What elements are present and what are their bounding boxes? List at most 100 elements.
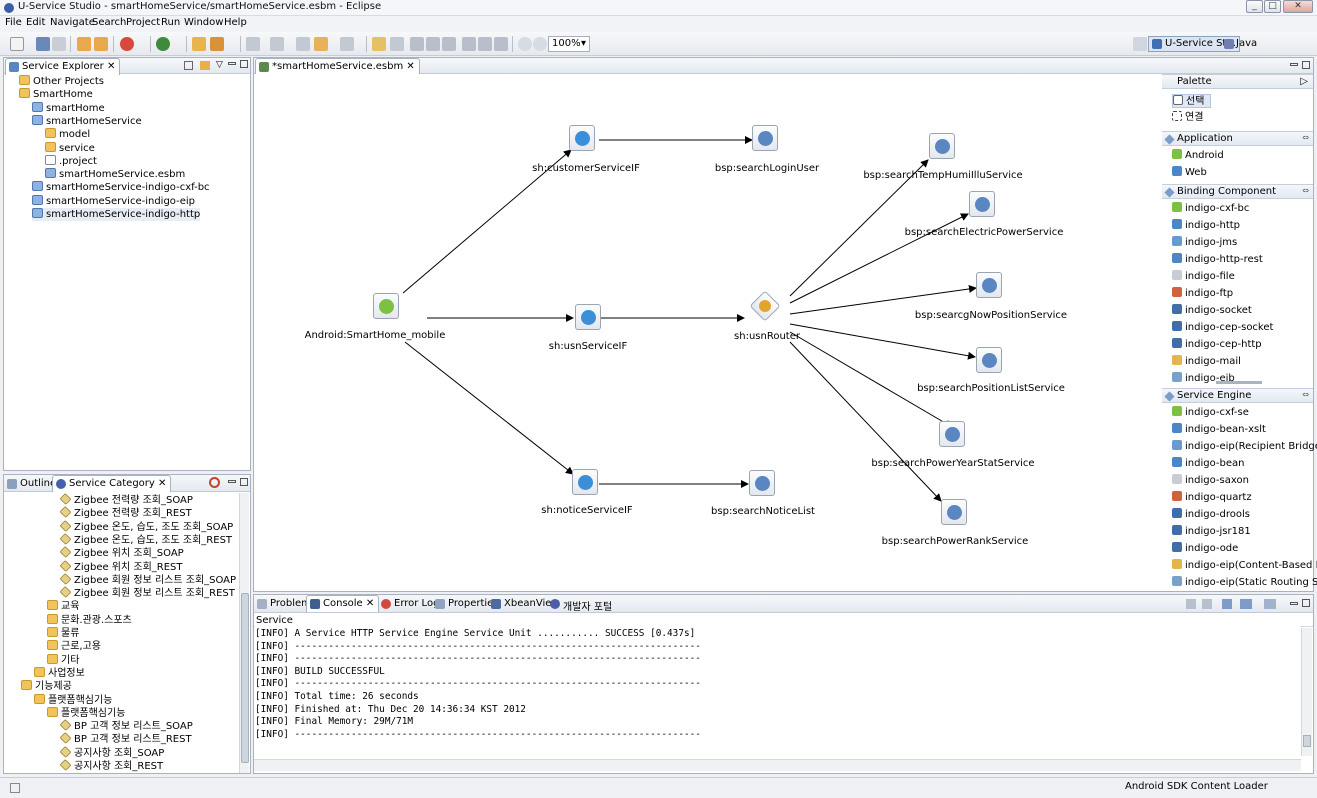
palette-scroll-indicator[interactable] bbox=[1216, 381, 1262, 384]
category-item[interactable]: 플랫폼핵심기능 bbox=[34, 693, 112, 707]
node-notice[interactable] bbox=[572, 469, 598, 495]
palette-item[interactable]: indigo-eip(Static Routing Slip) bbox=[1172, 576, 1317, 590]
close-tab-icon[interactable]: ✕ bbox=[158, 478, 166, 489]
zoom-in-icon[interactable] bbox=[533, 37, 547, 51]
console-vscrollbar[interactable] bbox=[1301, 628, 1312, 756]
refresh-icon[interactable] bbox=[209, 477, 220, 488]
connection-router-yearstat[interactable] bbox=[789, 331, 953, 428]
perspective-java[interactable]: Java bbox=[1224, 38, 1257, 49]
maximize-view-icon[interactable] bbox=[240, 60, 248, 68]
explorer-item[interactable]: smartHomeService bbox=[32, 114, 142, 128]
category-item[interactable]: BP 고객 정보 리스트_REST bbox=[59, 732, 192, 746]
palette-item[interactable]: indigo-saxon bbox=[1172, 474, 1249, 488]
category-item[interactable]: Zigbee 온도, 습도, 조도 조회_SOAP bbox=[59, 519, 233, 534]
close-tab-icon[interactable]: ✕ bbox=[406, 61, 414, 72]
minimize-view-icon[interactable] bbox=[228, 480, 236, 483]
palette-group-header[interactable]: Service Engine ⇔ bbox=[1162, 388, 1313, 403]
collapse-all-icon[interactable] bbox=[184, 61, 193, 70]
palette-group-header[interactable]: Application ⇔ bbox=[1162, 131, 1313, 146]
build-icon[interactable] bbox=[77, 37, 91, 51]
node-poslist[interactable] bbox=[976, 347, 1002, 373]
category-item[interactable]: 근로,고용 bbox=[47, 640, 101, 653]
minimize-view-icon[interactable] bbox=[228, 62, 236, 65]
close-tab-icon[interactable]: ✕ bbox=[366, 598, 374, 609]
explorer-item[interactable]: SmartHome bbox=[19, 88, 93, 101]
category-scrollbar[interactable] bbox=[239, 493, 249, 773]
category-item[interactable]: 기타 bbox=[47, 653, 79, 667]
palette-item[interactable]: Web bbox=[1172, 166, 1207, 180]
menu-navigate[interactable]: Navigate bbox=[50, 17, 95, 28]
node-yearstat[interactable] bbox=[939, 421, 965, 447]
category-item[interactable]: Zigbee 전력량 조회_REST bbox=[59, 506, 192, 520]
connection-android-notice[interactable] bbox=[404, 341, 574, 475]
close-tab-icon[interactable]: ✕ bbox=[107, 61, 115, 72]
explorer-item[interactable]: smartHomeService-indigo-cxf-bc bbox=[32, 181, 210, 194]
node-noticeList[interactable] bbox=[749, 470, 775, 496]
palette-tool-connect[interactable]: 연결 bbox=[1172, 111, 1203, 125]
open-perspective-icon[interactable] bbox=[1133, 37, 1147, 51]
menu-window[interactable]: Window bbox=[184, 17, 223, 28]
explorer-item[interactable]: Other Projects bbox=[19, 75, 104, 88]
maximize-editor-icon[interactable] bbox=[1302, 61, 1310, 69]
minimize-button[interactable]: _ bbox=[1246, 0, 1263, 13]
close-button[interactable]: ✕ bbox=[1283, 0, 1313, 13]
fast-view-icon[interactable] bbox=[10, 783, 20, 793]
align-top-icon[interactable] bbox=[462, 37, 476, 51]
explorer-item[interactable]: smartHomeService.esbm bbox=[45, 168, 185, 181]
palette-item[interactable]: indigo-drools bbox=[1172, 508, 1250, 522]
node-android[interactable] bbox=[373, 293, 399, 319]
zoom-out-icon[interactable] bbox=[518, 37, 532, 51]
palette-item[interactable]: indigo-ftp bbox=[1172, 287, 1233, 301]
category-item[interactable]: 물류 bbox=[47, 627, 79, 640]
align-bottom-icon[interactable] bbox=[494, 37, 508, 51]
connection-router-rank[interactable] bbox=[789, 341, 942, 502]
palette-tool-select[interactable]: 선택 bbox=[1172, 94, 1212, 108]
palette-item[interactable]: indigo-bean bbox=[1172, 457, 1244, 471]
new-icon[interactable] bbox=[10, 37, 24, 51]
group-toggle-icon[interactable]: ⇔ bbox=[1302, 133, 1309, 142]
link-icon[interactable] bbox=[372, 37, 386, 51]
palette-item[interactable]: indigo-cxf-bc bbox=[1172, 202, 1249, 216]
category-item[interactable]: Zigbee 전력량 조회_SOAP bbox=[59, 493, 193, 507]
explorer-item[interactable]: model bbox=[45, 128, 90, 141]
group-toggle-icon[interactable]: ⇔ bbox=[1302, 186, 1309, 195]
node-nowpos[interactable] bbox=[976, 272, 1002, 298]
explorer-item[interactable]: smartHomeService-indigo-eip bbox=[32, 194, 195, 208]
tab-console[interactable]: Console ✕ bbox=[306, 595, 380, 612]
console-hscrollbar[interactable] bbox=[254, 759, 1301, 771]
palette-item[interactable]: indigo-eip(Content-Based Router) bbox=[1172, 559, 1317, 573]
scroll-lock-icon[interactable] bbox=[1202, 599, 1212, 609]
tab-developer-portal[interactable]: 개발자 포털 bbox=[547, 596, 616, 613]
explorer-item[interactable]: smartHomeService-indigo-http bbox=[32, 208, 201, 221]
menu-search[interactable]: Search bbox=[92, 17, 126, 28]
menu-project[interactable]: Project bbox=[126, 17, 160, 28]
print-icon[interactable] bbox=[52, 37, 66, 51]
category-item[interactable]: Zigbee 회원 정보 리스트 조회_SOAP bbox=[59, 572, 236, 587]
node-rank[interactable] bbox=[941, 499, 967, 525]
minimize-editor-icon[interactable] bbox=[1290, 63, 1298, 66]
palette-item[interactable]: indigo-mail bbox=[1172, 355, 1241, 369]
tab-service-explorer[interactable]: Service Explorer ✕ bbox=[5, 58, 121, 75]
category-item[interactable]: Zigbee 위치 조회_SOAP bbox=[59, 546, 184, 560]
explorer-item[interactable]: smartHome bbox=[32, 101, 105, 115]
palette-item[interactable]: indigo-quartz bbox=[1172, 491, 1252, 505]
align-right-icon[interactable] bbox=[442, 37, 456, 51]
new-console-icon[interactable] bbox=[1264, 599, 1276, 609]
category-item[interactable]: Zigbee 온도, 습도, 조도 조회_REST bbox=[59, 532, 232, 547]
node-customer[interactable] bbox=[569, 125, 595, 151]
palette-group-header[interactable]: Binding Component ⇔ bbox=[1162, 184, 1313, 199]
menu-run[interactable]: Run bbox=[161, 17, 180, 28]
group-toggle-icon[interactable]: ⇔ bbox=[1302, 390, 1309, 399]
unlink-icon[interactable] bbox=[390, 37, 404, 51]
category-item[interactable]: 기능제공 bbox=[21, 680, 72, 693]
view-menu-icon[interactable]: ▽ bbox=[216, 60, 223, 70]
console-vscroll-thumb[interactable] bbox=[1303, 735, 1311, 747]
search-next-icon[interactable] bbox=[246, 37, 260, 51]
category-item[interactable]: Zigbee 회원 정보 리스트 조회_REST bbox=[59, 586, 235, 600]
console-output[interactable]: [INFO] A Service HTTP Service Engine Ser… bbox=[255, 625, 1300, 759]
align-middle-icon[interactable] bbox=[478, 37, 492, 51]
nav-back-icon[interactable] bbox=[296, 37, 310, 51]
palette-item[interactable]: indigo-socket bbox=[1172, 304, 1252, 318]
menu-file[interactable]: File bbox=[5, 17, 22, 28]
tab-editor-esbm[interactable]: *smartHomeService.esbm ✕ bbox=[255, 58, 420, 75]
